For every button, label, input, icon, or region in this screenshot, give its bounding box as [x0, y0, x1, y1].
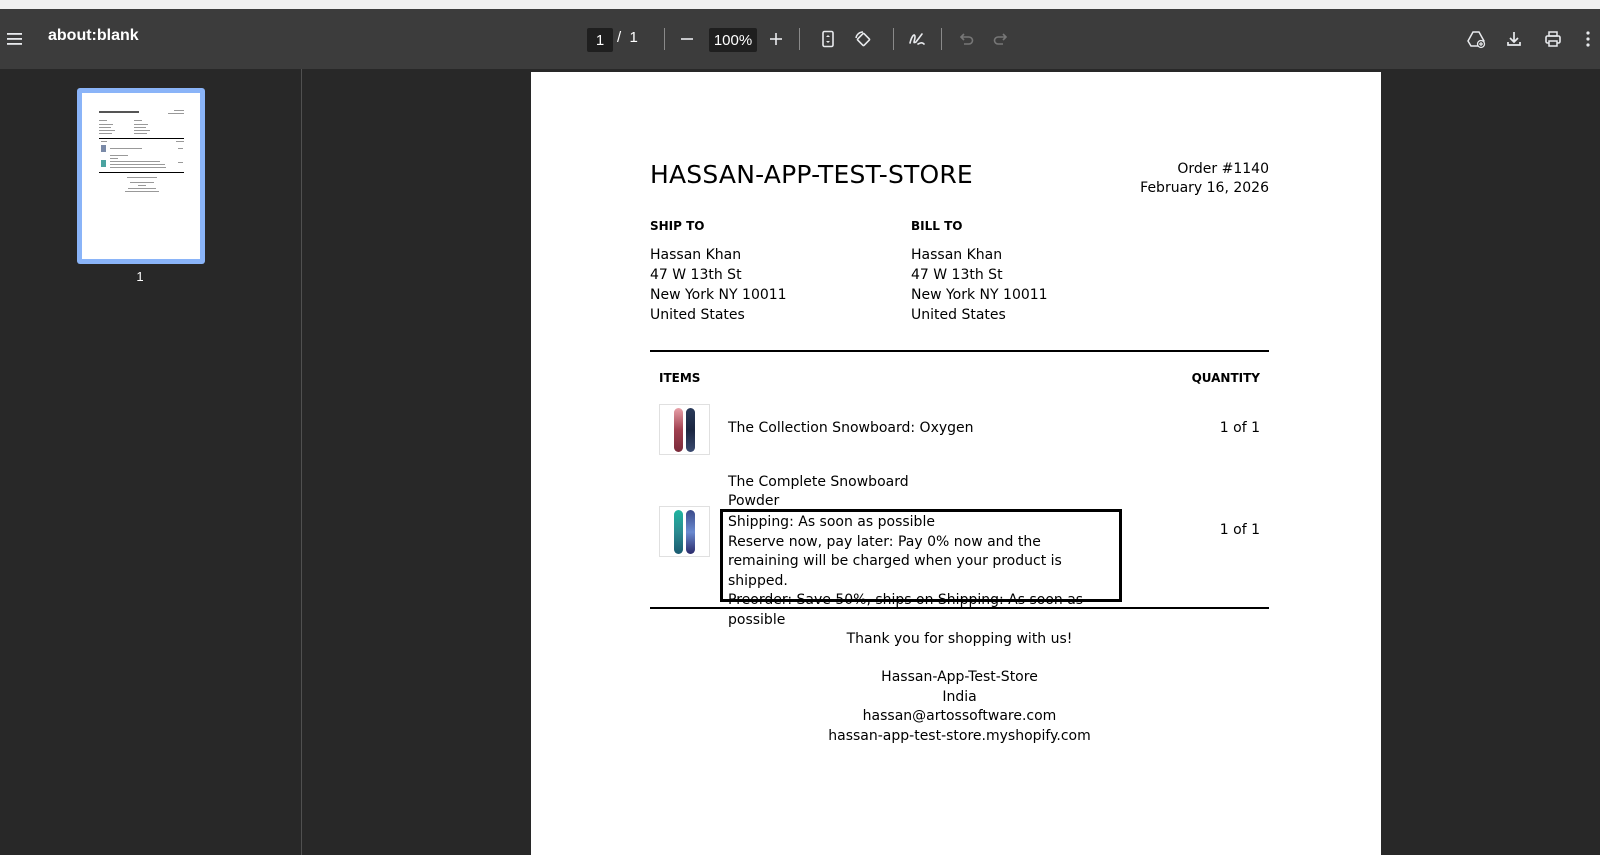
- bill-to-city: New York NY 10011: [911, 287, 1048, 303]
- detail-shipping: Shipping: As soon as possible: [728, 514, 935, 530]
- bill-to-country: United States: [911, 307, 1006, 323]
- page-number-input[interactable]: 1: [587, 28, 613, 52]
- total-pages: 1: [629, 29, 638, 46]
- footer-website: hassan-app-test-store.myshopify.com: [828, 727, 1091, 744]
- ship-to-street: 47 W 13th St: [650, 267, 742, 283]
- item-details-powder: Shipping: As soon as possible Reserve no…: [728, 513, 1108, 630]
- footer-country: India: [942, 688, 977, 705]
- bill-to-address: Hassan Khan 47 W 13th St New York NY 100…: [911, 245, 1048, 325]
- print-icon[interactable]: [1537, 23, 1569, 55]
- document-title: about:blank: [48, 27, 139, 44]
- bill-to-label: BILL TO: [911, 219, 963, 233]
- page-separator: /: [617, 29, 622, 46]
- pdf-toolbar: about:blank 1 / 1 100%: [0, 9, 1600, 69]
- fit-page-icon[interactable]: [812, 23, 844, 55]
- toolbar-divider: [941, 28, 942, 50]
- item-name-powder-line1: The Complete Snowboard: [728, 474, 909, 490]
- zoom-out-icon[interactable]: [671, 23, 703, 55]
- more-icon[interactable]: [1576, 23, 1600, 55]
- ship-to-name: Hassan Khan: [650, 247, 742, 263]
- toolbar-divider: [664, 28, 665, 50]
- toolbar-divider: [799, 28, 800, 50]
- zoom-in-icon[interactable]: [760, 23, 792, 55]
- rotate-icon[interactable]: [847, 23, 879, 55]
- thumbnail-page-number: 1: [136, 269, 144, 284]
- redo-icon[interactable]: [985, 23, 1017, 55]
- page-thumbnail-preview: [82, 93, 200, 259]
- item-quantity-oxygen: 1 of 1: [1219, 420, 1260, 436]
- item-quantity-powder: 1 of 1: [1219, 522, 1260, 538]
- undo-icon[interactable]: [950, 23, 982, 55]
- item-name-powder: The Complete Snowboard Powder: [728, 473, 909, 511]
- toolbar-divider: [893, 28, 894, 50]
- order-number: Order #1140: [1177, 161, 1269, 177]
- detail-preorder: Preorder: Save 50%, ships on Shipping: A…: [728, 592, 1084, 628]
- ship-to-country: United States: [650, 307, 745, 323]
- bill-to-street: 47 W 13th St: [911, 267, 1003, 283]
- menu-icon[interactable]: [0, 23, 31, 55]
- download-icon[interactable]: [1498, 23, 1530, 55]
- product-image-oxygen: [659, 404, 710, 455]
- annotate-icon[interactable]: [901, 23, 933, 55]
- bill-to-name: Hassan Khan: [911, 247, 1003, 263]
- order-info: Order #1140 February 16, 2026: [1140, 160, 1269, 198]
- footer-store-name: Hassan-App-Test-Store: [881, 669, 1038, 685]
- ship-to-address: Hassan Khan 47 W 13th St New York NY 100…: [650, 245, 787, 325]
- item-name-oxygen: The Collection Snowboard: Oxygen: [728, 420, 974, 436]
- footer-email: hassan@artossoftware.com: [862, 708, 1057, 724]
- order-date: February 16, 2026: [1140, 180, 1269, 196]
- page-count: / 1: [617, 29, 638, 46]
- detail-reserve: Reserve now, pay later: Pay 0% now and t…: [728, 533, 1062, 589]
- items-top-divider: [650, 350, 1269, 352]
- quantity-header: QUANTITY: [1191, 371, 1260, 385]
- ship-to-label: SHIP TO: [650, 219, 705, 233]
- thumbnail-sidebar: 1: [0, 69, 302, 855]
- drive-icon[interactable]: [1460, 23, 1492, 55]
- items-header: ITEMS: [659, 371, 701, 385]
- pdf-page: HASSAN-APP-TEST-STORE Order #1140 Februa…: [531, 72, 1381, 855]
- store-name: HASSAN-APP-TEST-STORE: [650, 160, 973, 189]
- items-bottom-divider: [650, 607, 1269, 609]
- page-thumbnail[interactable]: [77, 88, 205, 264]
- zoom-level-input[interactable]: 100%: [709, 28, 757, 52]
- ship-to-city: New York NY 10011: [650, 287, 787, 303]
- product-image-powder: [659, 506, 710, 557]
- store-footer: Hassan-App-Test-Store India hassan@artos…: [650, 668, 1269, 746]
- window-top-strip: [0, 0, 1600, 9]
- thank-you-message: Thank you for shopping with us!: [846, 631, 1073, 647]
- document-viewer[interactable]: HASSAN-APP-TEST-STORE Order #1140 Februa…: [303, 69, 1600, 855]
